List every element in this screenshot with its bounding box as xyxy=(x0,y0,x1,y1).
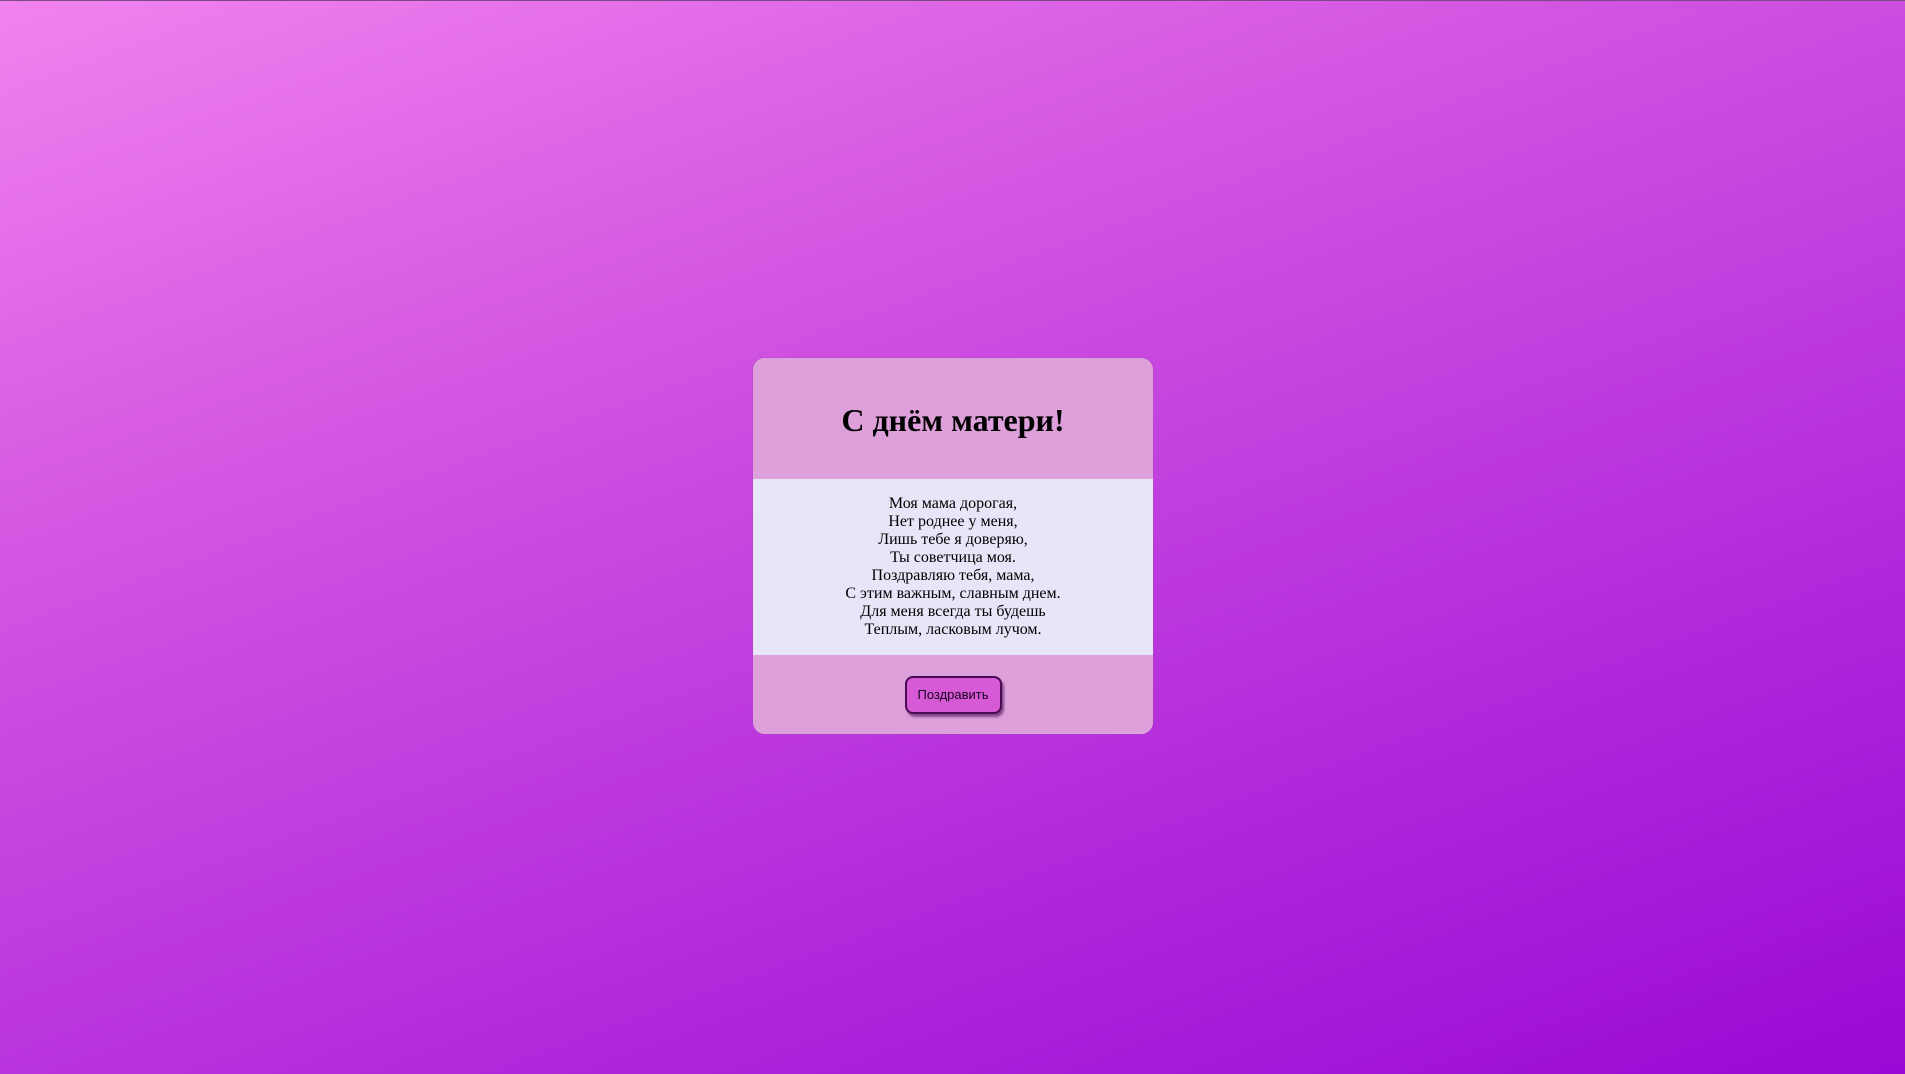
poem-line: Нет роднее у меня, xyxy=(888,513,1018,530)
card-title: С днём матери! xyxy=(841,402,1065,438)
poem-block: Моя мама дорогая, Нет роднее у меня, Лиш… xyxy=(753,479,1153,655)
poem-line: С этим важным, славным днем. xyxy=(845,585,1061,602)
poem-line: Моя мама дорогая, xyxy=(888,495,1018,512)
poem-line: Теплым, ласковым лучом. xyxy=(864,621,1042,638)
poem-line: Для меня всегда ты будешь xyxy=(860,603,1046,620)
poem-line: Поздравляю тебя, мама, xyxy=(871,567,1035,584)
congratulate-button[interactable]: Поздравить xyxy=(904,675,1002,714)
poem-line: Ты советчица моя. xyxy=(890,549,1016,566)
card-header: С днём матери! xyxy=(753,358,1153,479)
card-footer: Поздравить xyxy=(753,655,1153,734)
greeting-card: С днём матери! Моя мама дорогая, Нет род… xyxy=(753,358,1153,734)
poem-line: Лишь тебе я доверяю, xyxy=(878,531,1028,548)
